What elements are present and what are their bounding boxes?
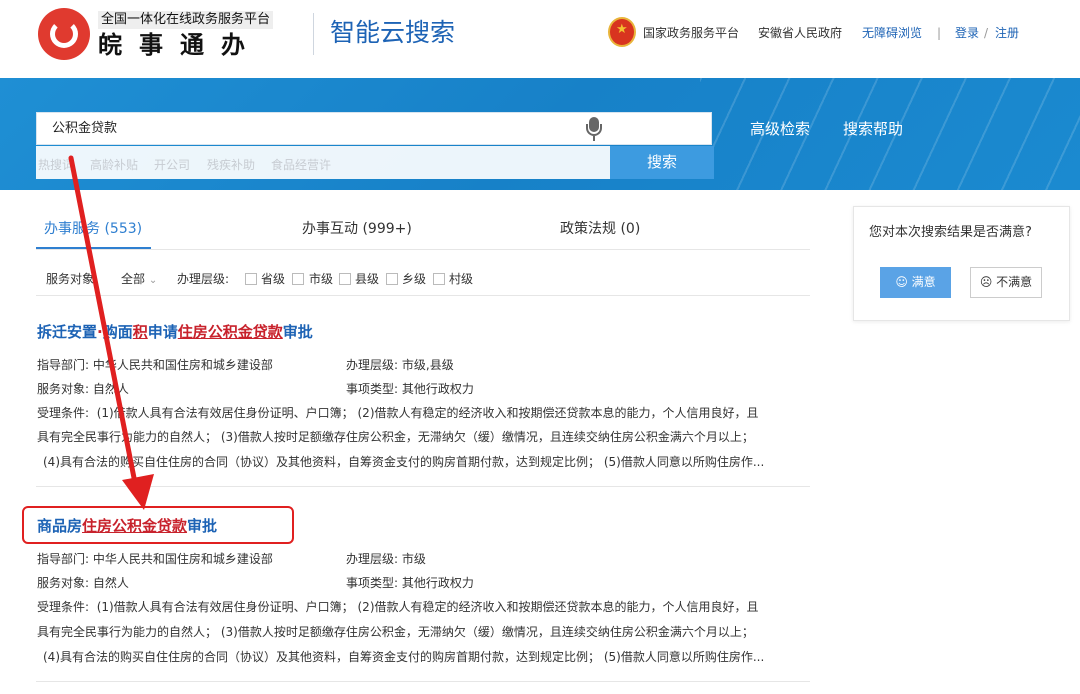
hot-word[interactable]: 食品经营许: [271, 158, 331, 172]
filter-target-label: 服务对象:: [46, 272, 99, 286]
header-separator: |: [937, 26, 942, 40]
title-keyword: 积: [132, 323, 148, 341]
link-accessibility[interactable]: 无障碍浏览: [862, 25, 922, 41]
header-divider: [313, 13, 314, 55]
field-value: 其他行政权力: [401, 576, 474, 590]
level-option-label: 乡级: [402, 272, 427, 286]
satisfied-label: 满意: [911, 275, 936, 289]
field-label: 服务对象:: [37, 382, 90, 396]
tab-services[interactable]: 办事服务 (553): [44, 220, 142, 238]
search-button[interactable]: 搜索: [610, 146, 714, 179]
site-title: 智能云搜索: [330, 18, 456, 47]
logo-subtitle: 全国一体化在线政务服务平台: [98, 11, 274, 29]
field-value: 自然人: [92, 576, 129, 590]
field-label: 办理层级:: [346, 552, 399, 566]
result-type: 事项类型: 其他行政权力: [346, 382, 474, 397]
title-keyword: 住房公积金贷款: [177, 323, 283, 341]
result-divider: [36, 486, 810, 487]
title-text: 拆迁安置: [37, 323, 98, 341]
result-target: 服务对象: 自然人: [37, 576, 129, 591]
frown-icon: ☹: [979, 275, 993, 289]
feedback-card: [853, 206, 1070, 321]
field-label: 事项类型:: [346, 576, 399, 590]
result-divider: [36, 681, 810, 682]
result-conditions-line: 具有完全民事行为能力的自然人； (3)借款人按时足额缴存住房公积金，无滞纳欠（缓…: [37, 430, 754, 444]
search-input[interactable]: [36, 112, 712, 145]
result-dept: 指导部门: 中华人民共和国住房和城乡建设部: [37, 552, 273, 567]
filter-level-label: 办理层级:: [177, 272, 230, 286]
field-value: (1)借款人具有合法有效居住身份证明、户口簿； (2)借款人有稳定的经济收入和按…: [96, 600, 759, 614]
field-label: 指导部门:: [37, 358, 90, 372]
annotation-highlight-box: [22, 506, 294, 544]
result-type: 事项类型: 其他行政权力: [346, 576, 474, 591]
microphone-icon[interactable]: [586, 117, 602, 141]
checkbox-level-city[interactable]: [292, 273, 304, 285]
field-label: 办理层级:: [346, 358, 399, 372]
logo-name[interactable]: 皖事通办: [98, 30, 262, 60]
field-value: 中华人民共和国住房和城乡建设部: [92, 358, 273, 372]
field-value: 自然人: [92, 382, 129, 396]
link-national-platform[interactable]: 国家政务服务平台: [643, 25, 739, 41]
smile-icon: ☺: [895, 275, 908, 289]
search-query-text[interactable]: 公积金贷款: [52, 121, 117, 137]
result-conditions-line: (4)具有合法的购买自住住房的合同（协议）及其他资料，自筹资金支付的购房首期付款…: [43, 455, 765, 469]
result-conditions: 受理条件: (1)借款人具有合法有效居住身份证明、户口簿； (2)借款人有稳定的…: [37, 406, 759, 421]
result-target: 服务对象: 自然人: [37, 382, 129, 397]
hot-word[interactable]: 热搜词: [38, 158, 74, 172]
filter-target-select[interactable]: 全部 ⌄: [121, 272, 157, 288]
result-level: 办理层级: 市级,县级: [346, 358, 454, 373]
logo-icon[interactable]: [38, 8, 90, 60]
login-slash: /: [984, 26, 989, 40]
checkbox-level-province[interactable]: [245, 273, 257, 285]
field-label: 受理条件:: [37, 600, 90, 614]
tabs-divider: [36, 249, 810, 250]
national-emblem-icon: [608, 17, 636, 47]
level-option-label: 县级: [355, 272, 380, 286]
tab-interaction[interactable]: 办事互动 (999+): [302, 220, 412, 238]
result-dept: 指导部门: 中华人民共和国住房和城乡建设部: [37, 358, 273, 373]
link-login[interactable]: 登录: [955, 25, 979, 41]
field-label: 事项类型:: [346, 382, 399, 396]
satisfied-button[interactable]: ☺ 满意: [880, 267, 951, 298]
unsatisfied-label: 不满意: [996, 275, 1033, 289]
unsatisfied-button[interactable]: ☹ 不满意: [970, 267, 1042, 298]
field-value: 中华人民共和国住房和城乡建设部: [92, 552, 273, 566]
title-text: 申请: [147, 323, 178, 341]
level-option-label: 市级: [309, 272, 334, 286]
hot-word[interactable]: 开公司: [154, 158, 190, 172]
level-option-label: 村级: [449, 272, 474, 286]
result-conditions: 受理条件: (1)借款人具有合法有效居住身份证明、户口簿； (2)借款人有稳定的…: [37, 600, 759, 615]
title-text: 购面: [102, 323, 133, 341]
chevron-down-icon: ⌄: [148, 275, 158, 286]
field-value: 市级: [401, 552, 426, 566]
checkbox-level-county[interactable]: [339, 273, 351, 285]
field-value: (1)借款人具有合法有效居住身份证明、户口簿； (2)借款人有稳定的经济收入和按…: [96, 406, 759, 420]
result-conditions-line: 具有完全民事行为能力的自然人； (3)借款人按时足额缴存住房公积金，无滞纳欠（缓…: [37, 625, 754, 639]
field-value: 其他行政权力: [401, 382, 474, 396]
field-label: 受理条件:: [37, 406, 90, 420]
result-level: 办理层级: 市级: [346, 552, 426, 567]
link-register[interactable]: 注册: [995, 25, 1019, 41]
link-provincial-gov[interactable]: 安徽省人民政府: [758, 25, 842, 41]
checkbox-level-village[interactable]: [433, 273, 445, 285]
search-help-link[interactable]: 搜索帮助: [843, 120, 903, 138]
level-option-label: 省级: [261, 272, 286, 286]
hot-word[interactable]: 残疾补助: [207, 158, 255, 172]
result-conditions-line: (4)具有合法的购买自住住房的合同（协议）及其他资料，自筹资金支付的购房首期付款…: [43, 650, 765, 664]
result-title-link[interactable]: 拆迁安置·购面积申请住房公积金贷款审批: [37, 322, 313, 342]
hot-word[interactable]: 高龄补贴: [90, 158, 138, 172]
field-label: 服务对象:: [37, 576, 90, 590]
title-text: 审批: [282, 323, 313, 341]
field-label: 指导部门:: [37, 552, 90, 566]
tab-policies[interactable]: 政策法规 (0): [560, 220, 640, 238]
advanced-search-link[interactable]: 高级检索: [750, 120, 810, 138]
feedback-question: 您对本次搜索结果是否满意?: [869, 225, 1032, 240]
field-value: 市级,县级: [401, 358, 454, 372]
filters-divider: [36, 295, 810, 296]
filter-target-value: 全部: [121, 272, 146, 286]
checkbox-level-town[interactable]: [386, 273, 398, 285]
